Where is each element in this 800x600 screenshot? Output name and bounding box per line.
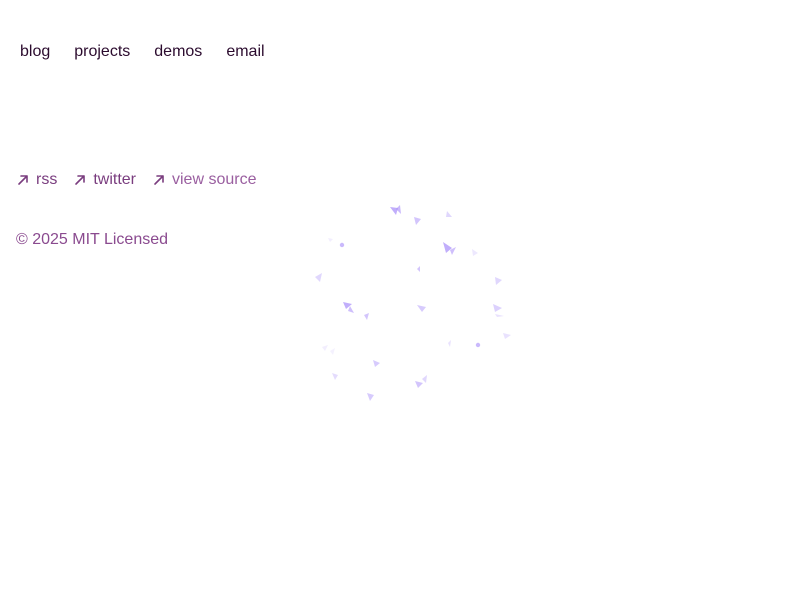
nav-link-projects[interactable]: projects (74, 40, 130, 64)
page: blog projects demos email rss twitter vi… (0, 0, 800, 600)
top-navigation: blog projects demos email (20, 40, 265, 64)
footer-link-label: rss (36, 171, 58, 188)
footer-link-label: view source (172, 171, 257, 188)
footer-link-rss[interactable]: rss (16, 168, 57, 192)
nav-link-demos[interactable]: demos (154, 40, 202, 64)
nav-link-blog[interactable]: blog (20, 40, 50, 64)
footer-link-twitter[interactable]: twitter (73, 168, 136, 192)
arrow-up-right-icon (75, 175, 86, 185)
nav-link-email[interactable]: email (226, 40, 264, 64)
copyright-notice: © 2025 MIT Licensed (16, 231, 169, 248)
footer-links: rss twitter view source (16, 168, 256, 192)
footer-link-label: twitter (93, 171, 136, 188)
arrow-up-right-icon (18, 175, 28, 185)
footer-link-view-source[interactable]: view source (152, 168, 256, 192)
arrow-up-right-icon (154, 175, 164, 185)
decorative-particle-animation (315, 205, 511, 401)
